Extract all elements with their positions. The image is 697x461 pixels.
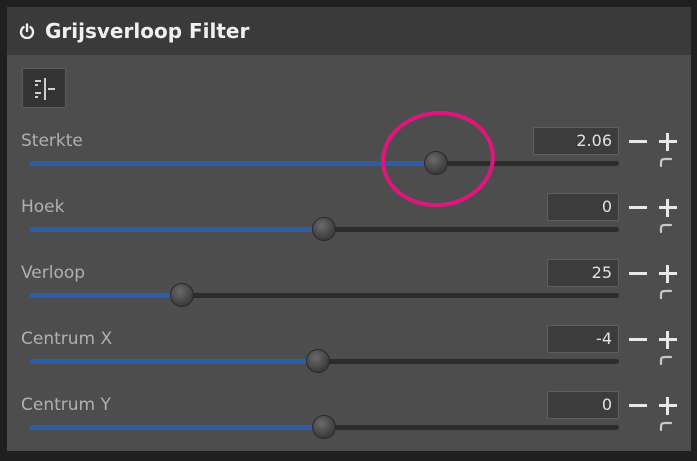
increment-button[interactable] <box>655 261 681 287</box>
reset-icon[interactable] <box>659 354 673 366</box>
param-row: Hoek 0 <box>7 193 691 263</box>
param-value-field[interactable]: 0 <box>547 193 619 221</box>
param-row: Centrum X -4 <box>7 325 691 395</box>
reset-icon[interactable] <box>659 156 673 168</box>
split-view-icon <box>35 78 55 100</box>
decrement-button[interactable] <box>625 393 651 419</box>
param-label: Hoek <box>21 197 65 217</box>
slider-thumb[interactable] <box>306 349 331 373</box>
filter-panel: Grijsverloop Filter Sterkte 2.06 Hoek 0 <box>7 7 691 451</box>
slider-fill <box>29 359 319 364</box>
param-label: Sterkte <box>21 131 83 151</box>
panel-title: Grijsverloop Filter <box>45 19 250 43</box>
increment-button[interactable] <box>655 393 681 419</box>
param-slider[interactable] <box>29 349 619 373</box>
split-view-button[interactable] <box>22 68 66 108</box>
param-slider[interactable] <box>29 217 619 241</box>
increment-button[interactable] <box>655 327 681 353</box>
param-value-field[interactable]: -4 <box>547 325 619 353</box>
param-row: Centrum Y 0 <box>7 391 691 461</box>
slider-fill <box>29 425 324 430</box>
decrement-button[interactable] <box>625 327 651 353</box>
param-slider[interactable] <box>29 151 619 175</box>
decrement-button[interactable] <box>625 129 651 155</box>
increment-button[interactable] <box>655 129 681 155</box>
reset-icon[interactable] <box>659 288 673 300</box>
slider-fill <box>29 293 183 298</box>
panel-header[interactable]: Grijsverloop Filter <box>7 7 691 55</box>
slider-fill <box>29 227 324 232</box>
slider-thumb[interactable] <box>170 283 195 307</box>
param-label: Verloop <box>21 263 86 283</box>
param-row: Sterkte 2.06 <box>7 127 691 197</box>
param-label: Centrum X <box>21 329 113 349</box>
param-value-field[interactable]: 2.06 <box>533 127 619 155</box>
slider-fill <box>29 161 437 166</box>
reset-icon[interactable] <box>659 222 673 234</box>
increment-button[interactable] <box>655 195 681 221</box>
param-value-field[interactable]: 0 <box>547 391 619 419</box>
param-row: Verloop 25 <box>7 259 691 329</box>
slider-thumb[interactable] <box>312 217 336 241</box>
param-slider[interactable] <box>29 283 619 307</box>
param-value-field[interactable]: 25 <box>547 259 619 287</box>
param-label: Centrum Y <box>21 395 111 415</box>
reset-icon[interactable] <box>659 420 673 432</box>
power-icon[interactable] <box>19 23 35 39</box>
decrement-button[interactable] <box>625 261 651 287</box>
param-slider[interactable] <box>29 415 619 439</box>
slider-thumb[interactable] <box>312 415 336 439</box>
decrement-button[interactable] <box>625 195 651 221</box>
